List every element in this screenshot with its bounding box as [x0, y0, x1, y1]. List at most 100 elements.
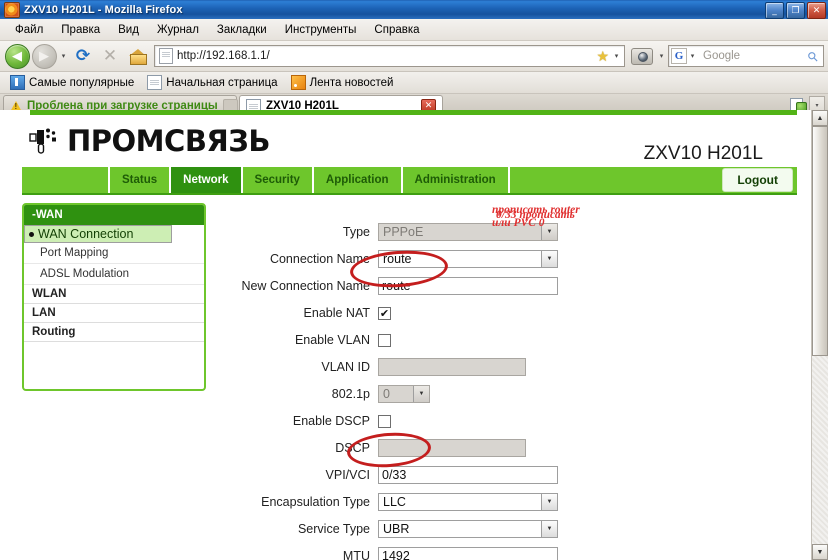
back-arrow-icon: ◀	[4, 43, 30, 69]
wan-connection-form: Type PPPoE ▼ Connection Name route ▼ New…	[206, 203, 797, 560]
form-row-mtu: MTU	[222, 543, 797, 560]
model-name: ZXV10 H201L	[643, 143, 763, 164]
promsvyaz-mark-icon	[29, 128, 56, 154]
label-802-1p: 802.1p	[331, 387, 370, 401]
mtu-input[interactable]	[378, 547, 558, 560]
vpi-vci-input[interactable]	[378, 466, 558, 484]
firefox-logo-icon	[4, 1, 20, 18]
vertical-scrollbar[interactable]: ▲ ▼	[811, 110, 828, 560]
enable-nat-checkbox[interactable]: ✔	[378, 306, 391, 320]
camera-icon	[631, 47, 653, 65]
form-row-enable-nat: Enable NAT ✔	[222, 300, 797, 326]
menu-edit[interactable]: Правка	[52, 22, 109, 38]
stop-button[interactable]: ✕	[97, 43, 123, 69]
menu-tools[interactable]: Инструменты	[276, 22, 366, 38]
home-button[interactable]	[124, 43, 150, 69]
sidebar-item-routing[interactable]: Routing	[24, 323, 204, 342]
document-icon	[147, 75, 163, 90]
tab-application[interactable]: Application	[313, 167, 403, 193]
chevron-down-icon[interactable]: ▾	[58, 43, 69, 69]
search-input[interactable]: Google	[698, 50, 808, 62]
tab-administration[interactable]: Administration	[402, 167, 510, 193]
service-type-select[interactable]: UBR ▼	[378, 520, 558, 538]
menu-bookmarks[interactable]: Закладки	[208, 22, 276, 38]
nav-spacer-left	[22, 167, 110, 193]
navigation-toolbar: ◀ ▶ ▾ ⟳ ✕ http://192.168.1.1/ ★ ▾ ▾ G ▾ …	[0, 41, 828, 72]
url-bar[interactable]: http://192.168.1.1/ ★ ▾	[154, 45, 625, 67]
chevron-down-icon[interactable]: ▾	[687, 43, 698, 69]
google-icon[interactable]: G	[671, 48, 687, 64]
menu-file[interactable]: Файл	[6, 22, 52, 38]
chevron-down-icon[interactable]: ▾	[656, 43, 667, 69]
home-icon	[128, 48, 147, 65]
menu-view[interactable]: Вид	[109, 22, 148, 38]
dscp-input[interactable]	[378, 439, 526, 457]
forward-button[interactable]: ▶	[31, 43, 57, 69]
sidebar-group-wan[interactable]: -WAN	[24, 205, 204, 225]
bookmarks-toolbar: Самые популярные Начальная страница Лент…	[0, 72, 828, 94]
label-service-type: Service Type	[297, 522, 370, 536]
forward-arrow-icon: ▶	[31, 43, 57, 69]
menu-bar: Файл Правка Вид Журнал Закладки Инструме…	[0, 19, 828, 41]
promsvyaz-logo: ПРОМСВЯЗЬ	[28, 124, 270, 158]
tab-security[interactable]: Security	[242, 167, 314, 193]
scroll-up-button[interactable]: ▲	[812, 110, 828, 126]
sidebar-item-label: WAN Connection	[38, 227, 134, 241]
encapsulation-type-select[interactable]: LLC ▼	[378, 493, 558, 511]
bullet-icon	[29, 231, 34, 237]
form-row-vlan-id: VLAN ID	[222, 354, 797, 380]
sidebar-item-adsl-modulation[interactable]: ADSL Modulation	[24, 264, 204, 285]
logout-button[interactable]: Logout	[722, 168, 793, 192]
chevron-down-icon: ▼	[541, 251, 557, 267]
sidebar-menu: -WAN WAN Connection Port Mapping ADSL Mo…	[22, 203, 206, 391]
sidebar-item-port-mapping[interactable]: Port Mapping	[24, 243, 204, 264]
dot1p-select[interactable]: 0 ▼	[378, 385, 430, 403]
sidebar-item-lan[interactable]: LAN	[24, 304, 204, 323]
search-bar[interactable]: G ▾ Google ⚲	[668, 45, 824, 67]
service-type-value: UBR	[383, 522, 410, 536]
form-row-dot1p: 802.1p 0 ▼	[222, 381, 797, 407]
screenshot-button[interactable]	[629, 43, 655, 69]
back-button[interactable]: ◀	[4, 43, 30, 69]
label-new-connection-name: New Connection Name	[241, 279, 370, 293]
bookmark-home-page[interactable]: Начальная страница	[142, 74, 282, 91]
sidebar-item-label: Port Mapping	[40, 247, 109, 259]
minimize-button[interactable]: _	[765, 2, 784, 19]
menu-history[interactable]: Журнал	[148, 22, 208, 38]
connection-name-select[interactable]: route ▼	[378, 250, 558, 268]
form-row-vpi-vci: VPI/VCI 0/33 прописать	[222, 209, 797, 488]
tab-status[interactable]: Status	[110, 167, 172, 193]
reload-button[interactable]: ⟳	[70, 43, 96, 69]
label-vpi-vci: VPI/VCI	[325, 468, 370, 482]
chevron-down-icon: ▼	[541, 494, 557, 510]
menu-help[interactable]: Справка	[365, 22, 428, 38]
tab-network[interactable]: Network	[171, 167, 243, 193]
scrollbar-thumb[interactable]	[812, 126, 828, 356]
bookmark-most-visited[interactable]: Самые популярные	[5, 74, 139, 91]
encapsulation-type-value: LLC	[383, 495, 406, 509]
brand-name: ПРОМСВЯЗЬ	[67, 123, 270, 158]
close-button[interactable]: ✕	[807, 2, 826, 19]
bookmark-star-icon[interactable]: ★	[596, 48, 609, 65]
maximize-button[interactable]: ❐	[786, 2, 805, 19]
chevron-down-icon[interactable]: ▾	[611, 43, 622, 69]
sidebar-item-wan-connection[interactable]: WAN Connection	[24, 225, 172, 243]
page-viewport: ПРОМСВЯЗЬ ZXV10 H201L Status Network Sec…	[0, 110, 828, 560]
bookmark-news-feed[interactable]: Лента новостей	[286, 74, 399, 91]
enable-vlan-checkbox[interactable]	[378, 333, 391, 347]
label-type: Type	[342, 225, 370, 239]
scroll-down-button[interactable]: ▼	[812, 544, 828, 560]
label-encapsulation-type: Encapsulation Type	[261, 495, 370, 509]
enable-dscp-checkbox[interactable]	[378, 414, 391, 428]
label-mtu: MTU	[342, 549, 370, 560]
annotation-line-1: 0/33 прописать	[496, 209, 575, 221]
bookmark-label: Лента новостей	[309, 76, 394, 89]
new-connection-name-input[interactable]	[378, 277, 558, 295]
scrollbar-track[interactable]	[812, 126, 828, 544]
search-icon: ⚲	[804, 48, 822, 66]
form-row-enable-vlan: Enable VLAN	[222, 327, 797, 353]
sidebar-item-wlan[interactable]: WLAN	[24, 285, 204, 304]
vlan-id-input[interactable]	[378, 358, 526, 376]
dot1p-value: 0	[383, 387, 390, 401]
url-input[interactable]: http://192.168.1.1/	[177, 50, 596, 62]
